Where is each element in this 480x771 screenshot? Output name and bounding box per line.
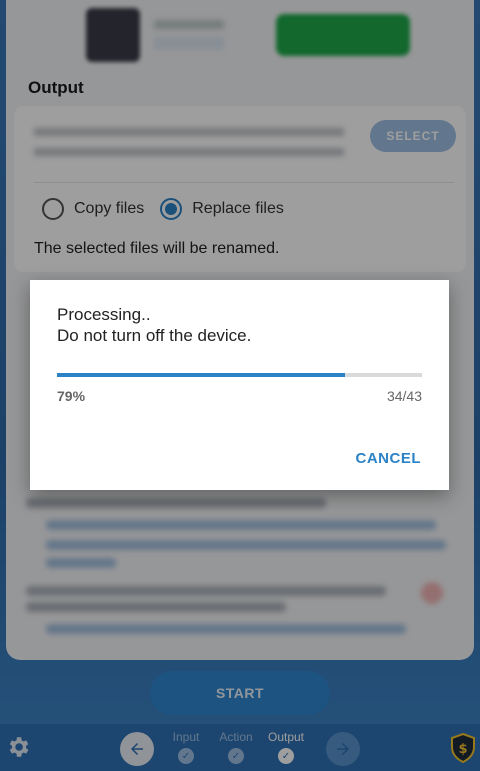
dialog-message-line1: Processing..	[57, 305, 151, 324]
progress-dialog: Processing.. Do not turn off the device.…	[30, 280, 449, 490]
cancel-button[interactable]: CANCEL	[348, 444, 430, 473]
progress-bar-fill	[57, 373, 346, 377]
dialog-message: Processing.. Do not turn off the device.	[57, 304, 251, 346]
progress-bar	[57, 373, 422, 377]
dialog-message-line2: Do not turn off the device.	[57, 326, 252, 345]
progress-count: 34/43	[386, 388, 422, 404]
progress-percent: 79%	[57, 388, 86, 404]
